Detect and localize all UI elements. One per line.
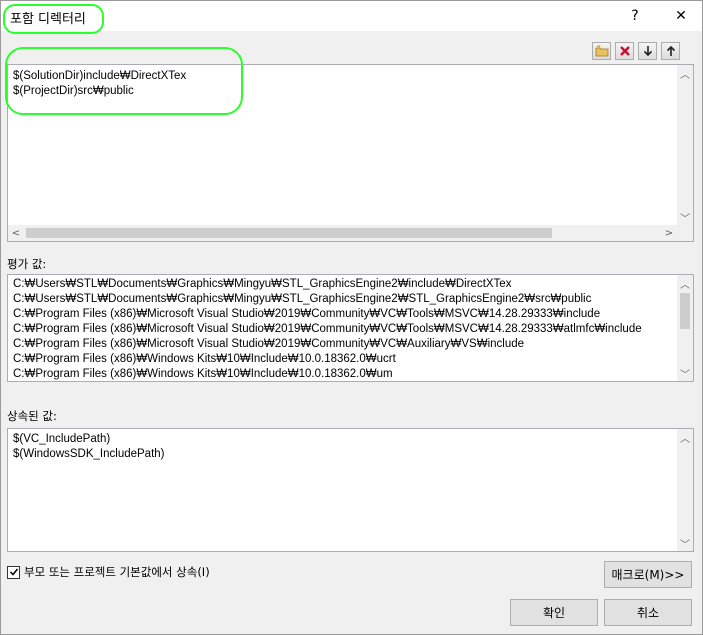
scroll-up-icon[interactable]: ︿ [677, 429, 693, 445]
evaluated-line: C:₩Program Files (x86)₩Windows Kits₩10₩I… [13, 368, 393, 380]
new-line-button[interactable] [592, 42, 611, 60]
inherit-checkbox[interactable] [7, 565, 20, 579]
close-button[interactable]: ✕ [658, 1, 703, 31]
evaluated-value-label: 평가 값: [7, 257, 47, 271]
inherited-value-list: $(VC_IncludePath) $(WindowsSDK_IncludePa… [7, 428, 694, 552]
scroll-down-icon[interactable]: ﹀ [677, 535, 693, 551]
title-bar: 포함 디렉터리 ? ✕ [1, 1, 702, 31]
ok-button[interactable]: 확인 [510, 599, 598, 626]
edit-annotation-circle [5, 47, 243, 115]
help-button[interactable]: ? [612, 1, 658, 31]
arrow-down-icon [643, 46, 652, 57]
evaluated-line: C:₩Program Files (x86)₩Windows Kits₩10₩I… [13, 353, 396, 365]
scroll-down-icon[interactable]: ﹀ [677, 365, 693, 381]
inherit-checkbox-row[interactable]: 부모 또는 프로젝트 기본값에서 상속(I) [7, 564, 210, 580]
evaluated-line: C:₩Users₩STL₩Documents₩Graphics₩Mingyu₩S… [13, 293, 592, 305]
include-directories-dialog: 포함 디렉터리 ? ✕ $(SolutionDir)include₩Direct… [0, 0, 703, 635]
inherited-line: $(VC_IncludePath) [13, 433, 111, 445]
inherited-vertical-scrollbar[interactable]: ︿ ﹀ [677, 429, 693, 551]
edit-toolbar [592, 42, 680, 60]
evaluated-value-list: C:₩Users₩STL₩Documents₩Graphics₩Mingyu₩S… [7, 274, 694, 382]
horizontal-scroll-thumb[interactable] [26, 228, 552, 238]
scroll-left-icon[interactable]: < [8, 225, 24, 241]
scroll-right-icon[interactable]: > [661, 225, 677, 241]
scroll-up-icon[interactable]: ︿ [677, 275, 693, 291]
edit-horizontal-scrollbar[interactable]: < > [8, 225, 677, 241]
move-down-button[interactable] [638, 42, 657, 60]
evaluated-line: C:₩Program Files (x86)₩Microsoft Visual … [13, 323, 642, 335]
evaluated-line: C:₩Program Files (x86)₩Microsoft Visual … [13, 308, 601, 320]
evaluated-line: C:₩Program Files (x86)₩Microsoft Visual … [13, 338, 525, 350]
cancel-button[interactable]: 취소 [604, 599, 692, 626]
close-icon: ✕ [675, 8, 687, 24]
macro-button[interactable]: 매크로(M)>> [604, 561, 692, 588]
evaluated-vertical-scrollbar[interactable]: ︿ ﹀ [677, 275, 693, 381]
help-icon: ? [631, 8, 639, 24]
title-annotation-circle [3, 4, 104, 34]
move-up-button[interactable] [661, 42, 680, 60]
delete-icon [619, 46, 630, 56]
inherited-value-label: 상속된 값: [7, 409, 57, 423]
scrollbar-corner [677, 225, 693, 241]
checkmark-icon [9, 568, 18, 576]
delete-line-button[interactable] [615, 42, 634, 60]
edit-vertical-scrollbar[interactable]: ︿ ﹀ [677, 65, 693, 225]
scroll-up-icon[interactable]: ︿ [677, 65, 693, 81]
arrow-up-icon [666, 45, 675, 56]
scroll-down-icon[interactable]: ﹀ [677, 209, 693, 225]
evaluated-line: C:₩Users₩STL₩Documents₩Graphics₩Mingyu₩S… [13, 278, 512, 290]
inherited-line: $(WindowsSDK_IncludePath) [13, 448, 165, 460]
folder-new-icon [595, 45, 608, 57]
inherit-checkbox-label: 부모 또는 프로젝트 기본값에서 상속(I) [24, 565, 210, 579]
vertical-scroll-thumb[interactable] [680, 293, 690, 329]
